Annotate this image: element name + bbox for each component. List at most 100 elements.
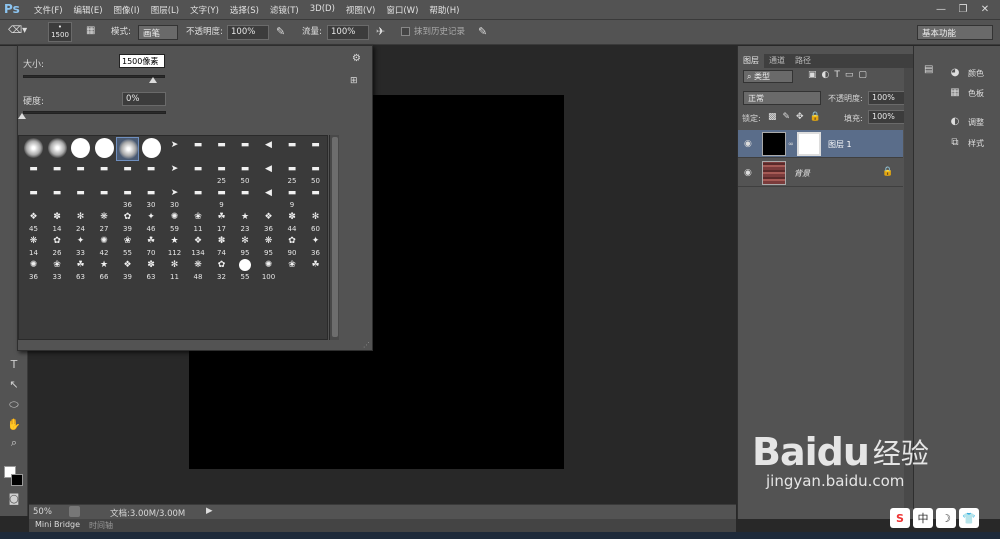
- layer-row-layer1[interactable]: ◉ ∞ 图层 1: [738, 130, 903, 158]
- brush-preset[interactable]: ▬: [304, 137, 327, 161]
- dock-color[interactable]: ◕ 颜色: [948, 64, 984, 82]
- brush-preset[interactable]: ✺ 42: [93, 233, 116, 258]
- brush-preset[interactable]: ❀ 55: [116, 233, 139, 258]
- brush-preset[interactable]: ➤ 30: [163, 185, 186, 210]
- tab-timeline[interactable]: 时间轴: [89, 520, 113, 531]
- close-button[interactable]: ✕: [974, 1, 996, 17]
- brush-preset[interactable]: ▬ 25: [210, 161, 233, 186]
- brush-preset[interactable]: ☘ 70: [140, 233, 163, 258]
- brush-preset[interactable]: ❖ 45: [22, 209, 45, 234]
- airbrush-icon[interactable]: ✈: [376, 25, 385, 38]
- brush-preset[interactable]: ✦ 46: [140, 209, 163, 234]
- brush-preset[interactable]: ▬: [234, 185, 257, 209]
- brush-preset[interactable]: ❀ 33: [46, 257, 69, 282]
- menu-edit[interactable]: 编辑(E): [74, 4, 103, 16]
- brush-preset[interactable]: ❀: [281, 257, 304, 281]
- brush-preset[interactable]: ▬: [210, 137, 233, 161]
- brush-preset[interactable]: ✿ 39: [116, 209, 139, 234]
- brush-preset[interactable]: ✺ 100: [257, 257, 280, 282]
- brush-preset[interactable]: ▬: [140, 161, 163, 185]
- brush-preset[interactable]: ✦ 36: [304, 233, 327, 258]
- preset-scrollbar-thumb[interactable]: [332, 137, 338, 337]
- new-preset-icon[interactable]: ⊞: [350, 76, 358, 86]
- filter-kind-select[interactable]: ⌕ 类型: [743, 70, 793, 83]
- brush-preset[interactable]: ✽ 14: [46, 209, 69, 234]
- brush-preset[interactable]: ▬ 25: [281, 161, 304, 186]
- eye-icon[interactable]: ◉: [744, 168, 752, 178]
- brush-preset[interactable]: ➤: [163, 137, 186, 161]
- brush-preset[interactable]: ★ 66: [93, 257, 116, 282]
- brush-preset[interactable]: ▬: [187, 185, 210, 209]
- brush-preset[interactable]: [22, 137, 45, 161]
- brush-preset[interactable]: [140, 137, 163, 161]
- flow-field[interactable]: 100%: [327, 25, 369, 40]
- brush-preset[interactable]: ✺ 59: [163, 209, 186, 234]
- layer-row-background[interactable]: ◉ 背景 🔒: [738, 159, 903, 187]
- brush-preset[interactable]: ✽ 44: [281, 209, 304, 234]
- brush-preset[interactable]: ✺ 36: [22, 257, 45, 282]
- size-slider-track[interactable]: [23, 75, 165, 78]
- brush-preset[interactable]: ✻ 60: [304, 209, 327, 234]
- hardness-slider-track[interactable]: [23, 111, 166, 114]
- brush-preset[interactable]: ☘: [304, 257, 327, 281]
- eraser-tool-preset-icon[interactable]: ⌫▾: [8, 25, 38, 40]
- brush-preset[interactable]: ▬: [46, 185, 69, 209]
- brush-preset[interactable]: ▬: [22, 161, 45, 185]
- blend-mode-select[interactable]: 正常: [743, 91, 821, 105]
- brush-preset[interactable]: ★ 23: [234, 209, 257, 234]
- pressure-size-icon[interactable]: ✎: [478, 25, 487, 38]
- brush-preset[interactable]: ❋ 14: [22, 233, 45, 258]
- hardness-input[interactable]: 0%: [122, 92, 166, 106]
- dock-swatches[interactable]: ▦ 色板: [948, 84, 984, 102]
- menu-file[interactable]: 文件(F): [34, 4, 63, 16]
- background-color-swatch[interactable]: [11, 474, 23, 486]
- layer-mask-thumbnail[interactable]: [797, 132, 821, 156]
- brush-preset[interactable]: ❖ 39: [116, 257, 139, 282]
- brush-panel-toggle-icon[interactable]: ▦: [86, 25, 102, 40]
- brush-preset[interactable]: ▬ 50: [304, 161, 327, 186]
- brush-preset[interactable]: ✿ 90: [281, 233, 304, 258]
- brush-preset[interactable]: ▬: [187, 161, 210, 185]
- layer-name[interactable]: 背景: [794, 168, 810, 179]
- brush-preset[interactable]: ▬: [234, 137, 257, 161]
- type-tool-icon[interactable]: T: [5, 358, 23, 374]
- opacity-field[interactable]: 100%: [227, 25, 269, 40]
- brush-preset[interactable]: ✻ 11: [163, 257, 186, 282]
- brush-preset[interactable]: ◀: [257, 161, 280, 185]
- brush-preset[interactable]: ✽ 63: [140, 257, 163, 282]
- brush-preset[interactable]: ✽ 74: [210, 233, 233, 258]
- mode-select[interactable]: 画笔: [138, 25, 178, 40]
- brush-preset[interactable]: ▬: [116, 161, 139, 185]
- hardness-slider-thumb[interactable]: [18, 113, 26, 119]
- brush-preset[interactable]: ✿ 32: [210, 257, 233, 282]
- brush-preset[interactable]: ✻ 95: [234, 233, 257, 258]
- zoom-tool-icon[interactable]: ⌕: [5, 436, 23, 452]
- brush-preset[interactable]: ▬: [69, 161, 92, 185]
- menu-window[interactable]: 窗口(W): [386, 4, 418, 16]
- menu-image[interactable]: 图像(I): [114, 4, 140, 16]
- workspace-select[interactable]: 基本功能: [917, 25, 993, 40]
- eye-icon[interactable]: ◉: [744, 139, 752, 149]
- ellipse-tool-icon[interactable]: ⬭: [5, 398, 23, 414]
- menu-3d[interactable]: 3D(D): [310, 4, 335, 16]
- history-checkbox[interactable]: [401, 27, 410, 36]
- status-icon[interactable]: [69, 506, 80, 517]
- brush-preset[interactable]: ▬: [46, 161, 69, 185]
- brush-preset[interactable]: ✻ 24: [69, 209, 92, 234]
- restore-button[interactable]: ❐: [952, 1, 974, 17]
- preset-scrollbar[interactable]: [329, 135, 339, 340]
- brush-preset[interactable]: [93, 137, 116, 161]
- dock-adjustments[interactable]: ◐ 调整: [948, 113, 984, 131]
- menu-view[interactable]: 视图(V): [346, 4, 375, 16]
- brush-preset[interactable]: ◀: [257, 185, 280, 209]
- brush-preset[interactable]: ▬: [93, 185, 116, 209]
- menu-select[interactable]: 选择(S): [230, 4, 259, 16]
- hand-tool-icon[interactable]: ✋: [5, 418, 23, 434]
- size-slider-thumb[interactable]: [149, 77, 157, 83]
- ime-moon-icon[interactable]: ☽: [936, 508, 956, 528]
- pressure-opacity-icon[interactable]: ✎: [276, 25, 285, 38]
- brush-preset[interactable]: ❖ 134: [187, 233, 210, 258]
- brush-preset[interactable]: ▬ 9: [281, 185, 304, 210]
- lock-icons[interactable]: ▩✎✥🔒: [768, 112, 827, 122]
- brush-preset[interactable]: ▬: [281, 137, 304, 161]
